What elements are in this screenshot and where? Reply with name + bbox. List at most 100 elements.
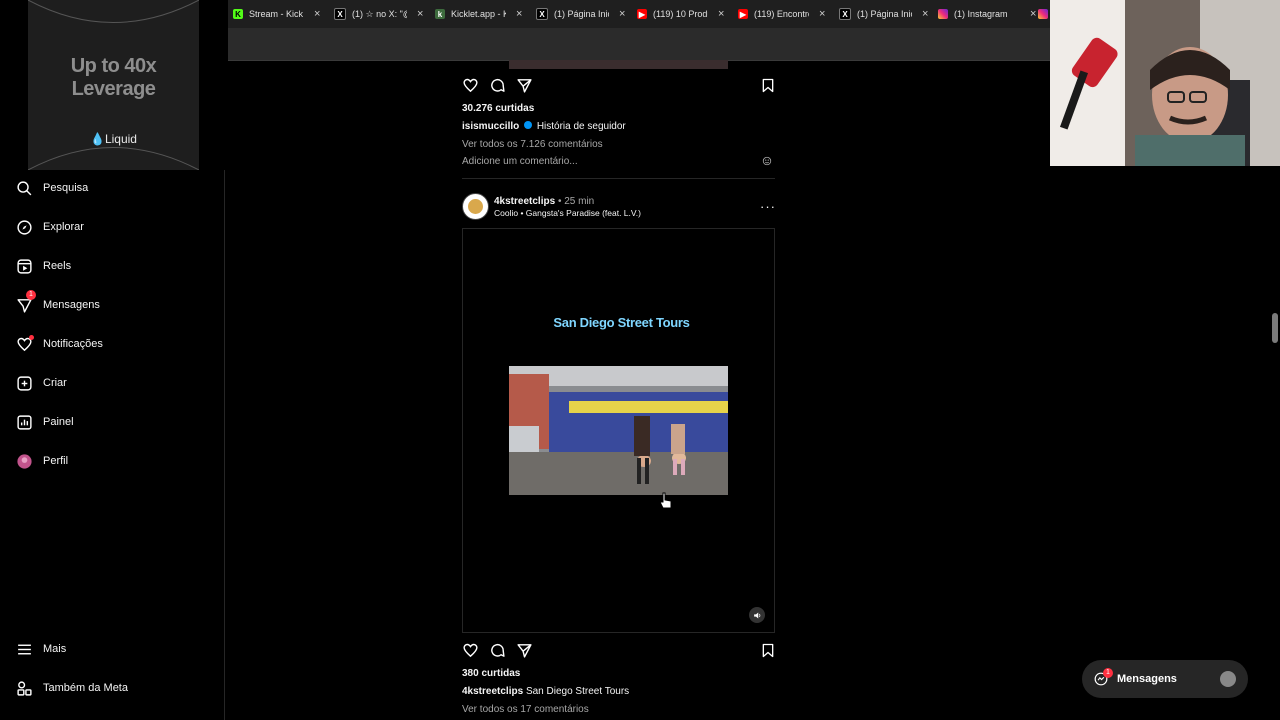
sidebar-item-profile[interactable]: Perfil	[16, 450, 68, 472]
sidebar-item-label: Explorar	[43, 221, 84, 233]
youtube-icon: ▶	[637, 9, 647, 19]
tab-label: (1) Instagram	[954, 9, 1008, 19]
post-username[interactable]: isismuccillo	[462, 121, 519, 132]
youtube-icon: ▶	[738, 9, 748, 19]
plus-square-icon	[17, 375, 32, 391]
sidebar-item-more[interactable]: Mais	[16, 638, 66, 660]
view-comments-link[interactable]: Ver todos os 7.126 comentários	[462, 139, 603, 150]
messages-label: Mensagens	[1117, 673, 1177, 685]
messages-floating-button[interactable]: 1 Mensagens	[1082, 660, 1248, 698]
sidebar-item-explore[interactable]: Explorar	[16, 216, 84, 238]
ad-brand-label: Liquid	[104, 132, 137, 146]
bookmark-icon[interactable]	[760, 642, 776, 659]
comment-icon[interactable]	[489, 642, 506, 659]
browser-tab-partial[interactable]	[1038, 0, 1050, 28]
ad-banner[interactable]: Up to 40x Leverage 💧Liquid	[28, 0, 199, 170]
street-scene-image	[509, 366, 728, 495]
sidebar-item-label: Notificações	[43, 338, 103, 350]
close-tab-icon[interactable]: ×	[718, 8, 724, 20]
browser-tab[interactable]: ▶ (119) Encontro ×	[738, 0, 833, 28]
ad-headline-line1: Up to 40x	[70, 55, 157, 77]
post-divider	[462, 178, 775, 179]
post-actions	[462, 77, 533, 94]
close-tab-icon[interactable]: ×	[1030, 8, 1036, 20]
add-comment-input[interactable]: Adicione um comentário...	[462, 156, 578, 167]
x-icon: X	[536, 8, 548, 20]
sidebar-item-create[interactable]: Criar	[16, 372, 67, 394]
caption-text: San Diego Street Tours	[525, 686, 630, 697]
close-tab-icon[interactable]: ×	[619, 8, 625, 20]
tab-label: Kicklet.app - K	[451, 9, 506, 19]
like-heart-icon[interactable]	[462, 642, 479, 659]
sidebar-item-reels[interactable]: Reels	[16, 255, 71, 277]
reels-icon	[17, 258, 32, 274]
sidebar-item-label: Painel	[43, 416, 74, 428]
comment-icon[interactable]	[489, 77, 506, 94]
view-comments-link[interactable]: Ver todos os 17 comentários	[462, 704, 589, 715]
sidebar-item-meta[interactable]: Também da Meta	[16, 677, 128, 699]
close-tab-icon[interactable]: ×	[516, 8, 522, 20]
address-bar[interactable]	[228, 28, 1050, 61]
share-icon[interactable]	[516, 642, 533, 659]
like-heart-icon[interactable]	[462, 77, 479, 94]
post-username[interactable]: 4kstreetclips	[462, 686, 523, 697]
likes-count[interactable]: 30.276 curtidas	[462, 103, 534, 114]
sidebar-item-label: Mensagens	[43, 299, 100, 311]
search-icon	[17, 180, 32, 195]
webcam-feed-image	[1050, 0, 1280, 166]
post-actions	[462, 642, 533, 659]
instagram-icon	[938, 9, 948, 19]
sidebar-item-label: Reels	[43, 260, 72, 272]
browser-tab[interactable]: X (1) Página Inici ×	[536, 0, 631, 28]
sidebar-item-label: Também da Meta	[43, 682, 128, 694]
close-tab-icon[interactable]: ×	[922, 8, 928, 20]
sidebar-item-search[interactable]: Pesquisa	[16, 177, 88, 199]
browser-tab[interactable]: X (1) ☆ no X: "@ ×	[334, 0, 429, 28]
sidebar-item-label: Mais	[43, 643, 67, 655]
caption-text: História de seguidor	[536, 121, 626, 132]
bookmark-icon[interactable]	[760, 77, 776, 94]
speaker-icon	[753, 612, 760, 618]
post-time: • 25 min	[557, 196, 595, 207]
browser-tab-bar: K Stream - Kick D × X (1) ☆ no X: "@ × k…	[228, 0, 1050, 28]
post-image[interactable]	[509, 60, 728, 69]
scrollbar-thumb[interactable]	[1272, 313, 1278, 343]
tab-label: (119) Encontro	[754, 9, 809, 19]
post-caption: 4kstreetclips San Diego Street Tours	[462, 686, 629, 697]
likes-count[interactable]: 380 curtidas	[462, 668, 520, 679]
sidebar-item-messages[interactable]: Mensagens 1	[16, 290, 100, 316]
close-tab-icon[interactable]: ×	[417, 8, 423, 20]
avatar[interactable]	[462, 193, 489, 220]
close-tab-icon[interactable]: ×	[314, 8, 320, 20]
sidebar-item-notifications[interactable]: Notificações	[16, 333, 103, 355]
video-still-image[interactable]	[509, 366, 728, 495]
share-icon[interactable]	[516, 77, 533, 94]
emoji-icon[interactable]	[762, 156, 772, 166]
browser-tab-active[interactable]: (1) Instagram ×	[938, 0, 1038, 28]
post-caption: isismuccillo História de seguidor	[462, 121, 626, 132]
ad-headline: Up to 40x Leverage	[28, 55, 199, 101]
compass-icon	[17, 219, 32, 235]
hamburger-menu-icon	[18, 644, 31, 654]
tab-label: Stream - Kick D	[249, 9, 304, 19]
browser-tab[interactable]: ▶ (119) 10 Produ ×	[637, 0, 732, 28]
sidebar-item-label: Perfil	[43, 455, 69, 467]
browser-tab[interactable]: k Kicklet.app - K ×	[435, 0, 530, 28]
post-audio[interactable]: Coolio • Gangsta's Paradise (feat. L.V.)	[494, 208, 641, 218]
bar-chart-icon	[17, 414, 32, 430]
post-username[interactable]: 4kstreetclips	[494, 196, 555, 207]
close-tab-icon[interactable]: ×	[819, 8, 825, 20]
browser-tab[interactable]: X (1) Página Inici ×	[839, 0, 934, 28]
video-title-overlay: San Diego Street Tours	[553, 315, 690, 330]
tab-label: (1) Página Inici	[554, 9, 609, 19]
more-options-icon[interactable]: ···	[760, 199, 776, 214]
notification-badge: 1	[26, 290, 36, 300]
sidebar-item-dashboard[interactable]: Painel	[16, 411, 74, 433]
x-icon: X	[334, 8, 346, 20]
browser-tab[interactable]: K Stream - Kick D ×	[233, 0, 328, 28]
sidebar-item-label: Criar	[43, 377, 67, 389]
x-icon: X	[839, 8, 851, 20]
mute-toggle[interactable]	[749, 607, 765, 623]
sidebar-nav: Pesquisa Explorar Reels Mensagens 1 Noti…	[0, 170, 225, 720]
verified-badge-icon	[524, 121, 533, 129]
